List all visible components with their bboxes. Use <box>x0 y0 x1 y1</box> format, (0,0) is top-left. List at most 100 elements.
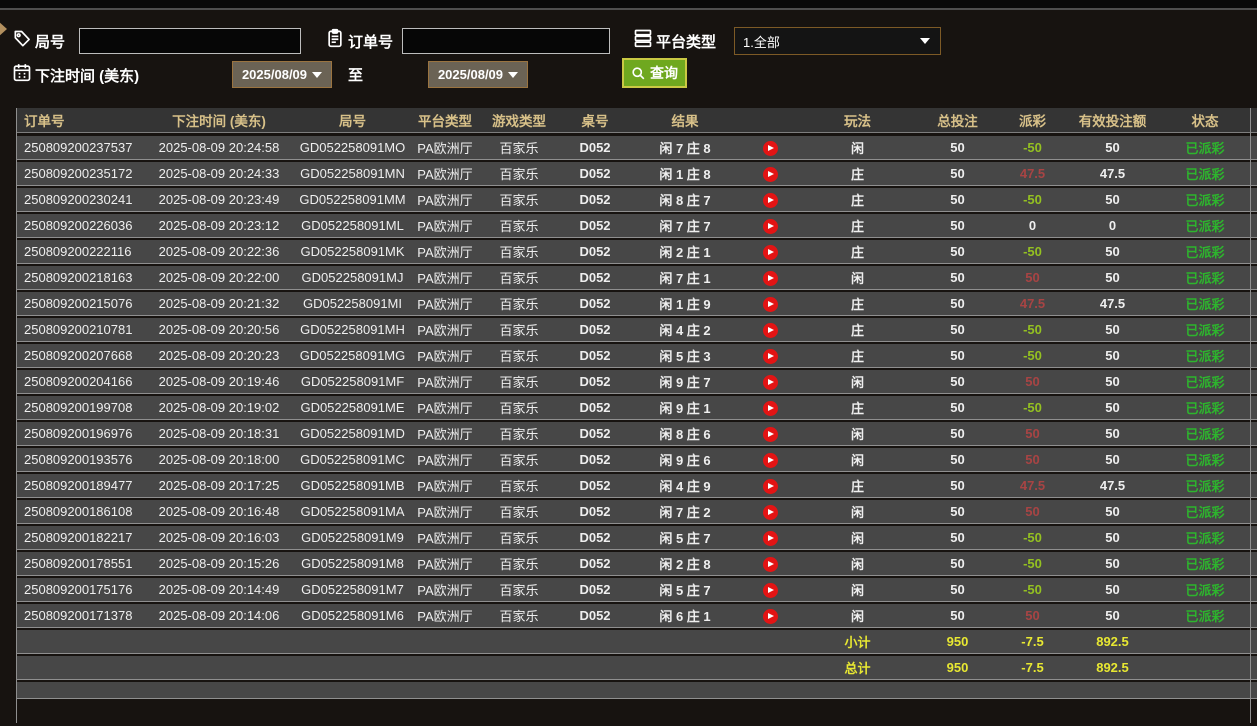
date-to-picker[interactable]: 2025/08/09 <box>428 61 528 88</box>
cell-total-bet: 50 <box>950 608 965 623</box>
cell-total-bet: 50 <box>950 348 965 363</box>
replay-icon[interactable] <box>762 556 778 572</box>
cell-valid-bet: 892.5 <box>1096 660 1129 675</box>
cell-total-bet: 50 <box>950 400 965 415</box>
cell-result: 闲 4 庄 9 <box>659 479 711 494</box>
cell-game-type: 百家乐 <box>499 323 539 338</box>
cell-valid-bet: 47.5 <box>1099 478 1126 493</box>
cell-play-type: 闲 <box>850 583 864 598</box>
cell-replay <box>740 295 800 312</box>
cell-game-type: 百家乐 <box>499 427 539 442</box>
cell-play-type: 闲 <box>850 453 864 468</box>
table-row: 250809200193576 2025-08-09 20:18:00 GD0522… <box>17 448 1257 472</box>
cell-replay <box>740 451 800 468</box>
cell-status: 已派彩 <box>1185 505 1225 520</box>
date-to-value: 2025/08/09 <box>437 67 504 82</box>
cell-result: 闲 6 庄 1 <box>659 609 711 624</box>
cell-table-no: D052 <box>579 608 611 623</box>
cell-play-type: 闲 <box>850 531 864 546</box>
cell-status: 已派彩 <box>1185 531 1225 546</box>
header-payout: 派彩 <box>1019 114 1046 129</box>
cell-round: GD052258091MH <box>300 322 405 337</box>
cell-valid-bet: 50 <box>1105 582 1120 597</box>
cell-status: 已派彩 <box>1185 609 1225 624</box>
cell-order: 250809200175176 <box>24 582 133 597</box>
cell-play-type: 闲 <box>850 271 864 286</box>
clipboard-icon <box>325 28 345 48</box>
replay-icon[interactable] <box>762 166 778 182</box>
cell-status: 已派彩 <box>1185 141 1225 156</box>
replay-icon[interactable] <box>762 478 778 494</box>
cell-result: 闲 5 庄 3 <box>659 349 711 364</box>
replay-icon[interactable] <box>762 426 778 442</box>
cell-valid-bet: 50 <box>1105 192 1120 207</box>
cell-payout: 50 <box>1025 426 1040 441</box>
header-platform: 平台类型 <box>418 114 472 129</box>
cell-valid-bet: 50 <box>1105 556 1120 571</box>
date-from-picker[interactable]: 2025/08/09 <box>232 61 332 88</box>
replay-icon[interactable] <box>762 530 778 546</box>
cell-total-bet: 50 <box>950 270 965 285</box>
cell-game-type: 百家乐 <box>499 479 539 494</box>
cell-play-type: 庄 <box>850 245 864 260</box>
cell-order: 250809200207668 <box>24 348 133 363</box>
header-order: 订单号 <box>24 114 65 129</box>
replay-icon[interactable] <box>762 296 778 312</box>
order-no-input[interactable] <box>402 28 610 54</box>
collapse-arrow[interactable] <box>0 20 7 38</box>
replay-icon[interactable] <box>762 192 778 208</box>
round-no-input[interactable] <box>79 28 301 54</box>
replay-icon[interactable] <box>762 374 778 390</box>
cell-table-no: D052 <box>579 270 611 285</box>
query-button[interactable]: 查询 <box>622 58 687 88</box>
cell-bet-time: 2025-08-09 20:14:49 <box>158 582 280 597</box>
replay-icon[interactable] <box>762 322 778 338</box>
cell-play-type: 庄 <box>850 219 864 234</box>
cell-result: 闲 1 庄 8 <box>659 167 711 182</box>
orders-table: 订单号 下注时间 (美东) 局号 平台类型 游戏类型 桌号 结果 玩法 总投注 派彩 有效投注额 状态… <box>16 108 1257 723</box>
cell-game-type: 百家乐 <box>499 609 539 624</box>
table-row: 250809200210781 2025-08-09 20:20:56 GD0522… <box>17 318 1257 342</box>
cell-order: 250809200178551 <box>24 556 133 571</box>
cell-valid-bet: 50 <box>1105 530 1120 545</box>
cell-order: 250809200186108 <box>24 504 133 519</box>
cell-bet-time: 2025-08-09 20:21:32 <box>158 296 280 311</box>
cell-table-no: D052 <box>579 530 611 545</box>
cell-total-bet: 50 <box>950 322 965 337</box>
platform-type-select[interactable]: 1.全部 <box>734 27 941 55</box>
cell-total-bet: 50 <box>950 218 965 233</box>
search-icon <box>632 66 645 79</box>
cell-total-bet: 50 <box>950 296 965 311</box>
cell-total-bet: 50 <box>950 244 965 259</box>
cell-round: GD052258091MO <box>299 140 406 155</box>
header-valid_bet: 有效投注额 <box>1078 114 1147 129</box>
replay-icon[interactable] <box>762 608 778 624</box>
replay-icon[interactable] <box>762 270 778 286</box>
replay-icon[interactable] <box>762 582 778 598</box>
cell-order: 250809200226036 <box>24 218 133 233</box>
replay-icon[interactable] <box>762 452 778 468</box>
cell-play-type: 小计 <box>844 635 871 650</box>
table-row: 250809200235172 2025-08-09 20:24:33 GD0522… <box>17 162 1257 186</box>
replay-icon[interactable] <box>762 504 778 520</box>
replay-icon[interactable] <box>762 244 778 260</box>
table-row: 250809200186108 2025-08-09 20:16:48 GD0522… <box>17 500 1257 524</box>
cell-status: 已派彩 <box>1185 219 1225 234</box>
replay-icon[interactable] <box>762 140 778 156</box>
cell-round: GD052258091MK <box>300 244 405 259</box>
cell-payout: -50 <box>1023 400 1042 415</box>
cell-bet-time: 2025-08-09 20:17:25 <box>158 478 280 493</box>
cell-game-type: 百家乐 <box>499 349 539 364</box>
table-row: 250809200182217 2025-08-09 20:16:03 GD0522… <box>17 526 1257 550</box>
replay-icon[interactable] <box>762 218 778 234</box>
cell-round: GD052258091M9 <box>301 530 404 545</box>
cell-round: GD052258091ME <box>300 400 405 415</box>
empty-row <box>17 682 1257 699</box>
cell-order: 250809200189477 <box>24 478 133 493</box>
cell-platform: PA欧洲厅 <box>417 141 473 156</box>
cell-valid-bet: 47.5 <box>1099 166 1126 181</box>
replay-icon[interactable] <box>762 348 778 364</box>
order-no-label: 订单号 <box>348 34 394 51</box>
replay-icon[interactable] <box>762 400 778 416</box>
cell-platform: PA欧洲厅 <box>417 167 473 182</box>
